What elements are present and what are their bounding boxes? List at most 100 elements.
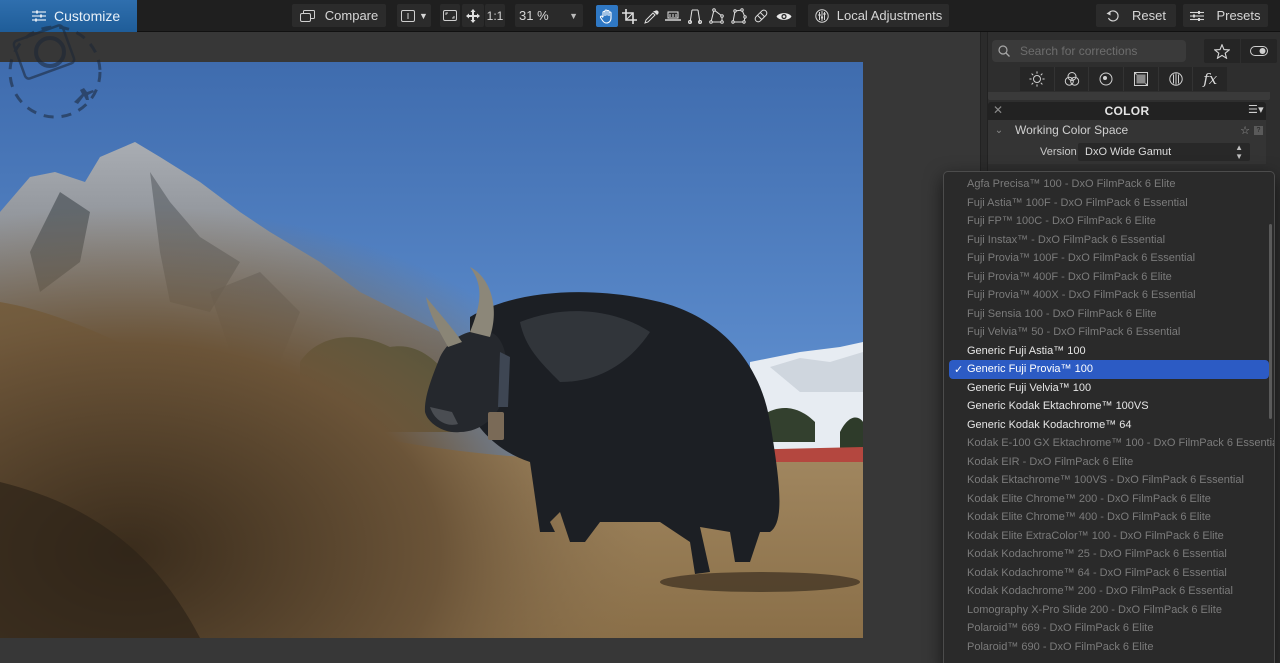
- tab-local-adjustments[interactable]: [1159, 67, 1194, 91]
- dropdown-option[interactable]: Generic Fuji Astia™ 100: [949, 342, 1269, 361]
- caret-down-icon: ▼: [419, 10, 428, 21]
- dropdown-option-label: Polaroid™ 690 - DxO FilmPack 6 Elite: [967, 640, 1154, 653]
- dropdown-option: Kodak Elite ExtraColor™ 100 - DxO FilmPa…: [949, 527, 1269, 546]
- dropdown-option: Kodak Kodachrome™ 64 - DxO FilmPack 6 Es…: [949, 564, 1269, 583]
- viewer-layout-dropdown[interactable]: ▼: [397, 4, 431, 27]
- dropdown-option[interactable]: Generic Kodak Ektachrome™ 100VS: [949, 397, 1269, 416]
- hand-tool[interactable]: [596, 5, 618, 27]
- dropdown-scrollbar[interactable]: [1269, 224, 1272, 419]
- reset-label: Reset: [1132, 8, 1166, 23]
- version-value: DxO Wide Gamut: [1085, 146, 1172, 158]
- dropdown-option: Fuji Velvia™ 50 - DxO FilmPack 6 Essenti…: [949, 323, 1269, 342]
- sliders-icon: [1190, 10, 1205, 21]
- perspective-icon: [687, 8, 703, 24]
- color-palette-header: ✕ COLOR ☰▾: [988, 102, 1266, 120]
- sun-icon: [1029, 71, 1045, 87]
- dropdown-option[interactable]: Generic Fuji Velvia™ 100: [949, 379, 1269, 398]
- dropdown-option: Kodak Kodachrome™ 200 - DxO FilmPack 6 E…: [949, 582, 1269, 601]
- fx-icon: fx: [1203, 70, 1218, 88]
- dropdown-option: Agfa Precisa™ 100 - DxO FilmPack 6 Elite: [949, 175, 1269, 194]
- dropdown-option-label: Fuji FP™ 100C - DxO FilmPack 6 Elite: [967, 215, 1156, 228]
- customize-button[interactable]: Customize: [0, 0, 137, 32]
- compare-button[interactable]: Compare: [292, 4, 386, 27]
- fit-to-screen-button[interactable]: [440, 4, 460, 27]
- updown-arrows-icon: ▲ ▼: [1235, 143, 1243, 161]
- dropdown-option-label: Kodak Elite ExtraColor™ 100 - DxO FilmPa…: [967, 529, 1224, 542]
- tab-effects[interactable]: fx: [1193, 67, 1227, 91]
- dropdown-option-label: Fuji Provia™ 400F - DxO FilmPack 6 Elite: [967, 270, 1172, 283]
- active-corrections-toggle[interactable]: [1241, 39, 1277, 63]
- eyedropper-icon: [643, 9, 659, 24]
- dropdown-option[interactable]: ✓ Generic Fuji Provia™ 100: [949, 360, 1269, 379]
- dropdown-option-label: Fuji Sensia 100 - DxO FilmPack 6 Elite: [967, 307, 1157, 320]
- preview-toggle[interactable]: [772, 5, 796, 27]
- dropdown-option[interactable]: Generic Kodak Kodachrome™ 64: [949, 416, 1269, 435]
- dropdown-option: Kodak Kodachrome™ 25 - DxO FilmPack 6 Es…: [949, 545, 1269, 564]
- checkmark-icon: ✓: [954, 363, 964, 376]
- dropdown-option-label: Fuji Provia™ 400X - DxO FilmPack 6 Essen…: [967, 289, 1196, 302]
- app-window: Customize Compare ▼ 1:1 31 % ▼ Local Adj…: [0, 0, 1280, 663]
- image-viewer[interactable]: [0, 24, 980, 663]
- zoom-100-button[interactable]: 1:1: [485, 4, 505, 27]
- local-adjustments-button[interactable]: Local Adjustments: [808, 4, 949, 27]
- tab-detail[interactable]: [1089, 67, 1125, 91]
- star-icon[interactable]: ☆: [1240, 124, 1250, 137]
- category-tabs: fx: [1020, 67, 1227, 91]
- tab-light[interactable]: [1020, 67, 1055, 91]
- dropdown-option: Fuji Instax™ - DxO FilmPack 6 Essential: [949, 231, 1269, 250]
- close-palette-icon[interactable]: ✕: [993, 103, 1003, 117]
- dropdown-option: Kodak E-100 GX Ektachrome™ 100 - DxO Fil…: [949, 434, 1274, 453]
- move-arrows-icon: [466, 8, 480, 23]
- perspective-4pt-tool[interactable]: [706, 5, 728, 27]
- dropdown-option: Lomography X-Pro Slide 200 - DxO FilmPac…: [949, 601, 1269, 620]
- version-row: Version DxO Wide Gamut ▲ ▼: [988, 140, 1266, 164]
- help-icon[interactable]: ?: [1254, 125, 1263, 135]
- dropdown-option: Fuji Sensia 100 - DxO FilmPack 6 Elite: [949, 305, 1269, 324]
- compare-icon: [299, 9, 315, 22]
- dropdown-option-label: Generic Kodak Kodachrome™ 64: [967, 418, 1132, 431]
- dropdown-option: Kodak Elite Chrome™ 200 - DxO FilmPack 6…: [949, 490, 1269, 509]
- dropdown-option-label: Kodak Elite Chrome™ 200 - DxO FilmPack 6…: [967, 492, 1211, 505]
- cube-icon: [1133, 72, 1148, 86]
- fit-screen-icon: [443, 10, 457, 21]
- search-input[interactable]: [1020, 44, 1180, 58]
- one-to-one-label: 1:1: [486, 8, 504, 23]
- local-adjustments-label: Local Adjustments: [836, 8, 943, 23]
- reset-button[interactable]: Reset: [1096, 4, 1176, 27]
- lens-icon: [1099, 72, 1113, 86]
- move-button[interactable]: [462, 4, 484, 27]
- dropdown-option-label: Generic Fuji Provia™ 100: [967, 363, 1093, 376]
- horizon-tool[interactable]: [662, 5, 684, 27]
- zoom-level-select[interactable]: 31 % ▼: [515, 4, 583, 27]
- white-balance-picker[interactable]: [640, 5, 662, 27]
- crop-tool[interactable]: [618, 5, 640, 27]
- favorites-button[interactable]: [1204, 39, 1240, 63]
- perspective-8pt-tool[interactable]: [728, 5, 750, 27]
- perspective-8pt-icon: [731, 8, 747, 24]
- local-adjust-icon: [815, 8, 829, 23]
- repair-tool[interactable]: [750, 5, 772, 27]
- version-select[interactable]: DxO Wide Gamut ▲ ▼: [1078, 143, 1250, 161]
- eye-icon: [776, 11, 792, 22]
- presets-button[interactable]: Presets: [1183, 4, 1268, 27]
- palette-menu-icon[interactable]: ☰▾: [1248, 103, 1264, 116]
- dropdown-option-label: Kodak E-100 GX Ektachrome™ 100 - DxO Fil…: [967, 437, 1275, 450]
- perspective-tool[interactable]: [684, 5, 706, 27]
- zoom-value: 31 %: [519, 8, 549, 23]
- dropdown-option: Polaroid™ 669 - DxO FilmPack 6 Elite: [949, 619, 1269, 638]
- dropdown-option: Fuji FP™ 100C - DxO FilmPack 6 Elite: [949, 212, 1269, 231]
- dropdown-option-label: Agfa Precisa™ 100 - DxO FilmPack 6 Elite: [967, 178, 1176, 191]
- dropdown-option-label: Kodak Kodachrome™ 200 - DxO FilmPack 6 E…: [967, 585, 1233, 598]
- dropdown-option-label: Fuji Astia™ 100F - DxO FilmPack 6 Essent…: [967, 196, 1188, 209]
- tab-color[interactable]: [1055, 67, 1090, 91]
- working-color-space-row[interactable]: ⌄ Working Color Space ☆ ?: [988, 120, 1266, 140]
- crop-icon: [621, 8, 637, 24]
- tab-geometry[interactable]: [1124, 67, 1159, 91]
- photo-preview[interactable]: [0, 62, 863, 638]
- single-view-icon: [401, 9, 415, 22]
- caret-down-icon: ▼: [569, 10, 578, 21]
- search-field[interactable]: [992, 40, 1186, 62]
- color-rendering-dropdown-menu[interactable]: Agfa Precisa™ 100 - DxO FilmPack 6 Elite…: [943, 171, 1275, 663]
- star-icon: [1214, 43, 1230, 59]
- chevron-down-icon[interactable]: ⌄: [988, 125, 1010, 136]
